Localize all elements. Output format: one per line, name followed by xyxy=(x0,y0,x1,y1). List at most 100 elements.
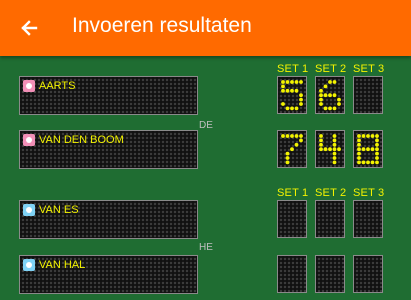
led-dot xyxy=(332,93,337,98)
led-dot xyxy=(299,138,303,143)
led-dot xyxy=(290,106,294,111)
led-dot xyxy=(319,147,323,152)
led-dot xyxy=(285,80,290,84)
led-dot xyxy=(319,134,323,138)
led-dot xyxy=(366,134,370,138)
led-dot xyxy=(290,88,294,93)
led-dot xyxy=(285,106,290,111)
led-dot xyxy=(319,102,323,106)
led-dot xyxy=(357,156,361,160)
player-name: AARTS xyxy=(39,80,76,92)
led-dot xyxy=(375,156,379,160)
led-dot xyxy=(323,84,328,89)
led-dot xyxy=(319,97,323,102)
led-dot xyxy=(290,80,294,84)
score-m2-p2-set1[interactable] xyxy=(277,255,307,293)
led-dot xyxy=(375,151,379,156)
led-dot xyxy=(375,160,379,165)
page-title: Invoeren resultaten xyxy=(72,14,252,37)
led-dot xyxy=(299,97,303,102)
led-dot xyxy=(332,106,337,111)
led-dot xyxy=(375,142,379,147)
female-icon xyxy=(23,134,35,146)
led-dot xyxy=(281,80,285,84)
led-dot xyxy=(285,88,290,93)
score-m1-p1-set3[interactable] xyxy=(353,76,383,114)
player-field-van-hal[interactable]: VAN HAL xyxy=(19,255,198,294)
male-icon xyxy=(23,259,35,271)
match-type-label: HE xyxy=(199,242,213,253)
led-dot xyxy=(281,88,285,93)
led-dot xyxy=(332,134,337,138)
led-dot xyxy=(332,142,337,147)
led-dot xyxy=(332,160,337,165)
led-dot xyxy=(328,80,332,84)
led-dot xyxy=(285,151,290,156)
led-dot xyxy=(361,160,366,165)
led-dot xyxy=(370,134,375,138)
led-dot xyxy=(299,80,303,84)
led-dot xyxy=(281,134,285,138)
led-dot xyxy=(294,142,299,147)
led-dot xyxy=(375,147,379,152)
led-dot xyxy=(361,147,366,152)
led-dot xyxy=(319,138,323,143)
led-dot xyxy=(323,106,328,111)
led-dot xyxy=(332,151,337,156)
player-field-van-den-boom[interactable]: VAN DEN BOOM xyxy=(19,130,198,169)
set-1-header: SET 1 xyxy=(277,63,309,75)
led-dot xyxy=(357,151,361,156)
score-m1-p1-set2[interactable] xyxy=(315,76,345,114)
score-m1-p2-set3[interactable] xyxy=(353,130,383,168)
led-dot xyxy=(366,160,370,165)
led-dot xyxy=(285,134,290,138)
score-m1-p2-set1[interactable] xyxy=(277,130,307,168)
led-dot xyxy=(357,160,361,165)
led-dot xyxy=(281,84,285,89)
back-button[interactable] xyxy=(12,10,48,46)
led-dot xyxy=(285,160,290,165)
led-dot xyxy=(319,93,323,98)
led-dot xyxy=(290,134,294,138)
led-dot xyxy=(319,142,323,147)
score-m2-p2-set2[interactable] xyxy=(315,255,345,293)
led-dot xyxy=(361,134,366,138)
set-2-header: SET 2 xyxy=(315,187,347,199)
led-dot xyxy=(285,156,290,160)
led-dot xyxy=(357,147,361,152)
led-dot xyxy=(294,106,299,111)
score-m2-p1-set2[interactable] xyxy=(315,200,345,238)
led-dot xyxy=(366,147,370,152)
led-dot xyxy=(299,102,303,106)
led-dot xyxy=(319,88,323,93)
led-dot xyxy=(370,160,375,165)
player-name: VAN ES xyxy=(39,204,79,216)
player-field-aarts[interactable]: AARTS xyxy=(19,76,198,115)
score-m1-p1-set1[interactable] xyxy=(277,76,307,114)
led-dot xyxy=(337,147,341,152)
led-dot xyxy=(323,147,328,152)
led-dot xyxy=(299,134,303,138)
player-name: VAN DEN BOOM xyxy=(39,134,124,146)
led-dot xyxy=(294,80,299,84)
arrow-left-icon xyxy=(21,20,38,36)
score-m2-p2-set3[interactable] xyxy=(353,255,383,293)
set-1-header: SET 1 xyxy=(277,187,309,199)
score-m1-p2-set2[interactable] xyxy=(315,130,345,168)
app-bar: Invoeren resultaten xyxy=(0,0,411,56)
led-dot xyxy=(370,147,375,152)
female-icon xyxy=(23,80,35,92)
led-dot xyxy=(337,102,341,106)
player-field-van-es[interactable]: VAN ES xyxy=(19,200,198,239)
score-m2-p1-set3[interactable] xyxy=(353,200,383,238)
led-dot xyxy=(323,93,328,98)
led-dot xyxy=(281,102,285,106)
led-dot xyxy=(375,134,379,138)
led-dot xyxy=(357,138,361,143)
player-name: VAN HAL xyxy=(39,259,86,271)
score-m2-p1-set1[interactable] xyxy=(277,200,307,238)
set-3-header: SET 3 xyxy=(353,63,385,75)
led-dot xyxy=(299,93,303,98)
led-dot xyxy=(357,142,361,147)
led-dot xyxy=(294,88,299,93)
